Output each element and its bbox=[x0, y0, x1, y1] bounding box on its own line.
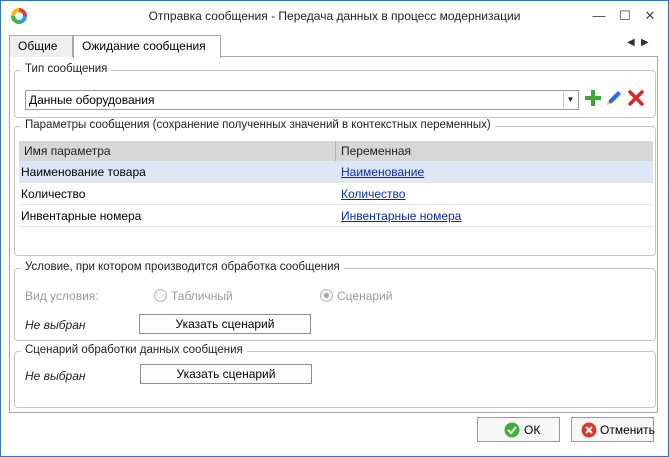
table-row[interactable]: Инвентарные номера Инвентарные номера bbox=[19, 205, 653, 227]
param-name-cell: Инвентарные номера bbox=[21, 209, 142, 223]
radio-script[interactable] bbox=[320, 289, 333, 302]
radio-table[interactable] bbox=[154, 289, 167, 302]
message-type-select[interactable]: Данные оборудования ▼ bbox=[25, 90, 579, 110]
radio-script-label: Сценарий bbox=[337, 289, 393, 303]
close-button[interactable]: ✕ bbox=[639, 5, 661, 27]
params-table: Имя параметра Переменная Наименование то… bbox=[19, 141, 653, 231]
check-circle-icon bbox=[504, 422, 520, 438]
plus-icon[interactable] bbox=[583, 88, 603, 108]
ok-button[interactable]: ОК bbox=[477, 417, 560, 442]
param-name-cell: Количество bbox=[21, 187, 86, 201]
condition-status: Не выбран bbox=[25, 318, 86, 332]
tab-waiting-message[interactable]: Ожидание сообщения bbox=[73, 35, 221, 58]
minimize-button[interactable]: — bbox=[588, 5, 610, 27]
message-type-value: Данные оборудования bbox=[29, 93, 155, 107]
x-icon[interactable] bbox=[626, 88, 646, 108]
tab-bar: Общие Ожидание сообщения ◀ ▶ bbox=[9, 35, 658, 58]
tab-general[interactable]: Общие bbox=[9, 35, 73, 57]
dialog-window: Отправка сообщения - Передача данных в п… bbox=[0, 0, 669, 457]
params-legend: Параметры сообщения (сохранение полученн… bbox=[21, 119, 495, 131]
table-row[interactable]: Количество Количество bbox=[19, 183, 653, 205]
column-divider[interactable] bbox=[335, 141, 336, 161]
handler-group: Сценарий обработки данных сообщения bbox=[14, 344, 656, 408]
condition-legend: Условие, при котором производится обрабо… bbox=[21, 261, 344, 273]
param-name-cell: Наименование товара bbox=[21, 165, 146, 179]
cancel-label: Отменить bbox=[600, 423, 655, 437]
pencil-icon[interactable] bbox=[604, 88, 624, 108]
variable-link[interactable]: Наименование bbox=[341, 165, 424, 179]
window-title: Отправка сообщения - Передача данных в п… bbox=[148, 9, 521, 23]
maximize-button[interactable]: ☐ bbox=[614, 5, 636, 27]
ok-label: ОК bbox=[524, 423, 541, 437]
handler-specify-script-button[interactable]: Указать сценарий bbox=[140, 364, 312, 384]
condition-group: Условие, при котором производится обрабо… bbox=[14, 261, 656, 341]
title-bar: Отправка сообщения - Передача данных в п… bbox=[1, 1, 668, 31]
cancel-button[interactable]: Отменить bbox=[571, 417, 655, 442]
handler-legend: Сценарий обработки данных сообщения bbox=[21, 344, 247, 356]
condition-type-label: Вид условия: bbox=[25, 289, 99, 303]
variable-link[interactable]: Инвентарные номера bbox=[341, 209, 461, 223]
handler-status: Не выбран bbox=[25, 369, 86, 383]
message-type-legend: Тип сообщения bbox=[21, 63, 112, 75]
column-header-variable[interactable]: Переменная bbox=[341, 144, 411, 158]
table-header: Имя параметра Переменная bbox=[19, 141, 653, 161]
tab-next-icon[interactable]: ▶ bbox=[641, 37, 649, 48]
column-header-name[interactable]: Имя параметра bbox=[24, 144, 111, 158]
variable-link[interactable]: Количество bbox=[341, 187, 405, 201]
table-row[interactable]: Наименование товара Наименование bbox=[19, 161, 653, 183]
tab-prev-icon[interactable]: ◀ bbox=[627, 37, 635, 48]
chevron-down-icon[interactable]: ▼ bbox=[563, 92, 577, 108]
radio-table-label: Табличный bbox=[171, 289, 233, 303]
condition-specify-script-button[interactable]: Указать сценарий bbox=[139, 314, 311, 334]
cancel-circle-icon bbox=[581, 422, 597, 438]
